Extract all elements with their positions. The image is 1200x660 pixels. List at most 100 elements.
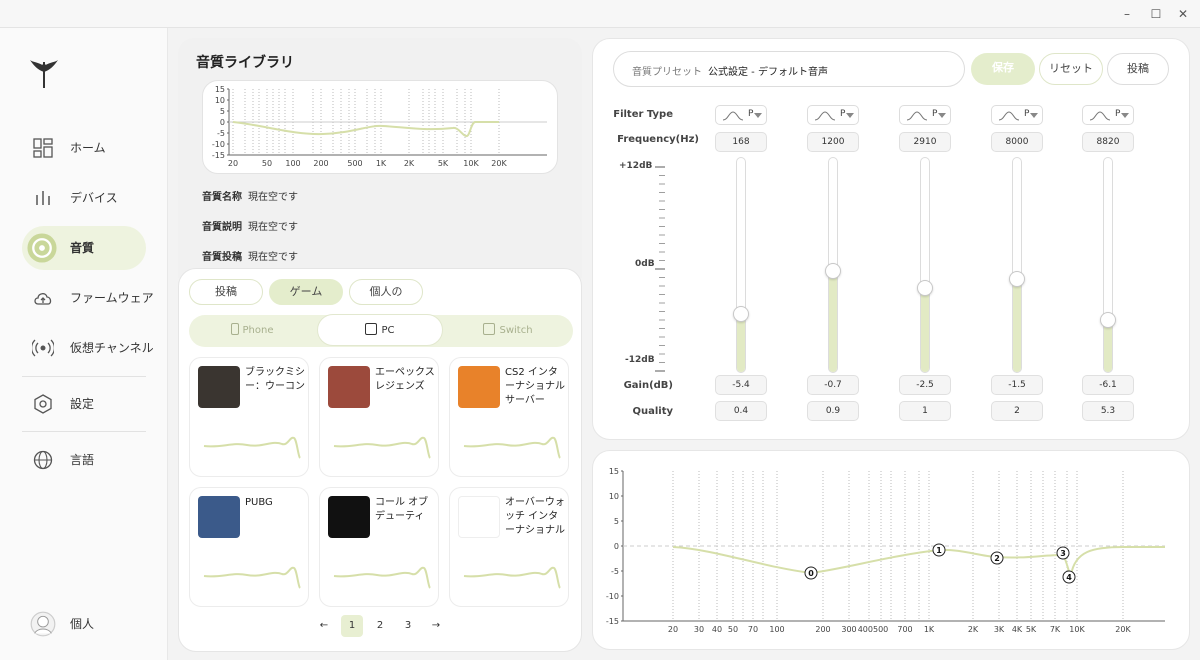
save-button[interactable]: 保存 bbox=[971, 53, 1035, 85]
y-tick-label: 15 bbox=[609, 467, 619, 476]
close-button[interactable]: ✕ bbox=[1170, 4, 1196, 24]
frequency-input[interactable]: 1200 bbox=[807, 132, 859, 152]
page-3[interactable]: 3 bbox=[397, 615, 419, 637]
sidebar-item-label: 音質 bbox=[70, 241, 95, 255]
sound-library-panel: 音質ライブラリ 15 10 5 0 -5 -10 -15 20 50 100 200 500 1K 2K 5… bbox=[178, 38, 582, 278]
gain-slider-track[interactable] bbox=[1103, 157, 1113, 373]
game-cover-image bbox=[198, 366, 240, 408]
info-post-row: 音質投稿 現在空です bbox=[202, 248, 298, 263]
mini-eq-chart: 15 10 5 0 -5 -10 -15 20 50 100 200 500 1K 2K 5K 10K 20K bbox=[202, 80, 558, 174]
x-tick-label: 10K bbox=[463, 159, 479, 168]
filter-type-value: P bbox=[1024, 109, 1030, 119]
platform-phone[interactable]: Phone bbox=[189, 315, 315, 347]
game-eq-preview bbox=[203, 566, 301, 589]
tab-posts[interactable]: 投稿 bbox=[189, 279, 263, 305]
filter-type-select[interactable]: P bbox=[715, 105, 767, 125]
equalizer-icon bbox=[36, 191, 50, 205]
quality-input[interactable]: 0.9 bbox=[807, 401, 859, 421]
x-tick-label: 30 bbox=[694, 625, 704, 634]
gain-input[interactable]: -1.5 bbox=[991, 375, 1043, 395]
x-tick-label: 40 bbox=[712, 625, 722, 634]
page-1[interactable]: 1 bbox=[341, 615, 363, 637]
db-zero-label: 0dB bbox=[635, 259, 655, 269]
game-eq-preview bbox=[463, 566, 561, 589]
quality-input[interactable]: 5.3 bbox=[1082, 401, 1134, 421]
gain-slider-track[interactable] bbox=[736, 157, 746, 373]
chevron-down-icon bbox=[938, 113, 946, 118]
info-name-row: 音質名称 現在空です bbox=[202, 188, 298, 203]
y-tick-label: -10 bbox=[606, 592, 619, 601]
gain-slider-knob[interactable] bbox=[1100, 311, 1116, 328]
gain-slider-track[interactable] bbox=[1012, 157, 1022, 373]
post-button[interactable]: 投稿 bbox=[1107, 53, 1169, 85]
sidebar-item-audio[interactable]: 音質 bbox=[22, 226, 146, 270]
gain-input[interactable]: -0.7 bbox=[807, 375, 859, 395]
sidebar-item-firmware[interactable]: ファームウェア bbox=[22, 276, 154, 320]
platform-switch[interactable]: Switch bbox=[445, 315, 571, 347]
gain-input[interactable]: -2.5 bbox=[899, 375, 951, 395]
platform-pc[interactable]: PC bbox=[317, 314, 443, 346]
game-name: CS2 インターナショナルサーバー bbox=[505, 367, 565, 406]
sidebar-item-language[interactable]: 言語 bbox=[22, 438, 146, 482]
filter-type-label: Filter Type bbox=[613, 109, 673, 120]
gain-slider-knob[interactable] bbox=[825, 263, 841, 280]
quality-input[interactable]: 2 bbox=[991, 401, 1043, 421]
filter-type-select[interactable]: P bbox=[899, 105, 951, 125]
frequency-input[interactable]: 2910 bbox=[899, 132, 951, 152]
game-name: オーバーウォッチ インターナショナル bbox=[505, 497, 565, 536]
sidebar-item-devices[interactable]: デバイス bbox=[22, 176, 146, 220]
gain-input[interactable]: -5.4 bbox=[715, 375, 767, 395]
x-tick-label: 100 bbox=[769, 625, 784, 634]
tab-games[interactable]: ゲーム bbox=[269, 279, 343, 305]
game-card[interactable]: ブラックミシー：ウーコン bbox=[189, 357, 309, 477]
monitor-icon bbox=[365, 323, 378, 335]
x-tick-label: 20K bbox=[1115, 625, 1131, 634]
sidebar-item-home[interactable]: ホーム bbox=[22, 126, 146, 170]
game-card[interactable]: エーペックスレジェンズ bbox=[319, 357, 439, 477]
prev-page-button[interactable]: ← bbox=[313, 615, 335, 637]
x-tick-label: 5K bbox=[438, 159, 449, 168]
sidebar-item-user[interactable]: 個人 bbox=[22, 602, 146, 646]
maximize-button[interactable]: ☐ bbox=[1143, 4, 1169, 24]
filter-type-select[interactable]: P bbox=[807, 105, 859, 125]
gain-input[interactable]: -6.1 bbox=[1082, 375, 1134, 395]
page-2[interactable]: 2 bbox=[369, 615, 391, 637]
gain-slider-knob[interactable] bbox=[917, 279, 933, 296]
game-card[interactable]: コール オブ デューティ bbox=[319, 487, 439, 607]
minimize-button[interactable]: – bbox=[1114, 4, 1140, 24]
gain-slider-knob[interactable] bbox=[1009, 270, 1025, 287]
next-page-button[interactable]: → bbox=[425, 615, 447, 637]
y-tick-label: 5 bbox=[614, 517, 619, 526]
sidebar-item-label: 仮想チャンネル bbox=[70, 341, 154, 355]
frequency-input[interactable]: 8000 bbox=[991, 132, 1043, 152]
gain-slider-track[interactable] bbox=[920, 157, 930, 373]
game-card[interactable]: オーバーウォッチ インターナショナル bbox=[449, 487, 569, 607]
game-card[interactable]: CS2 インターナショナルサーバー bbox=[449, 357, 569, 477]
game-name: コール オブ デューティ bbox=[375, 497, 429, 522]
x-tick-label: 20 bbox=[228, 159, 238, 168]
reset-button[interactable]: リセット bbox=[1039, 53, 1103, 85]
sidebar: ホーム デバイス 音質 ファームウェア 仮想チャンネル 設定 言語 個人 bbox=[0, 28, 168, 660]
info-label: 音質投稿 bbox=[202, 252, 242, 263]
sidebar-item-virtual-channel[interactable]: 仮想チャンネル bbox=[22, 326, 154, 370]
x-tick-label: 1K bbox=[924, 625, 935, 634]
y-tick-label: 0 bbox=[614, 542, 619, 551]
db-min-label: -12dB bbox=[625, 355, 655, 365]
quality-input[interactable]: 1 bbox=[899, 401, 951, 421]
filter-type-select[interactable]: P bbox=[1082, 105, 1134, 125]
sidebar-item-settings[interactable]: 設定 bbox=[22, 382, 146, 426]
game-eq-preview bbox=[463, 436, 561, 459]
gain-slider-fill bbox=[829, 272, 837, 372]
preset-selector[interactable]: 音質プリセット 公式設定 - デフォルト音声 bbox=[613, 51, 965, 87]
x-tick-label: 5K bbox=[1026, 625, 1037, 634]
filter-type-select[interactable]: P bbox=[991, 105, 1043, 125]
frequency-input[interactable]: 168 bbox=[715, 132, 767, 152]
gain-slider-knob[interactable] bbox=[733, 305, 749, 322]
band-marker-label: 0 bbox=[808, 569, 814, 578]
tab-personal[interactable]: 個人の bbox=[349, 279, 423, 305]
frequency-response-graph: 151050-5-10-1520 30 40 50 70 100 200 300 400500 7… bbox=[606, 467, 1165, 634]
game-card[interactable]: PUBG bbox=[189, 487, 309, 607]
frequency-input[interactable]: 8820 bbox=[1082, 132, 1134, 152]
quality-input[interactable]: 0.4 bbox=[715, 401, 767, 421]
x-tick-label: 400500 bbox=[858, 625, 889, 634]
